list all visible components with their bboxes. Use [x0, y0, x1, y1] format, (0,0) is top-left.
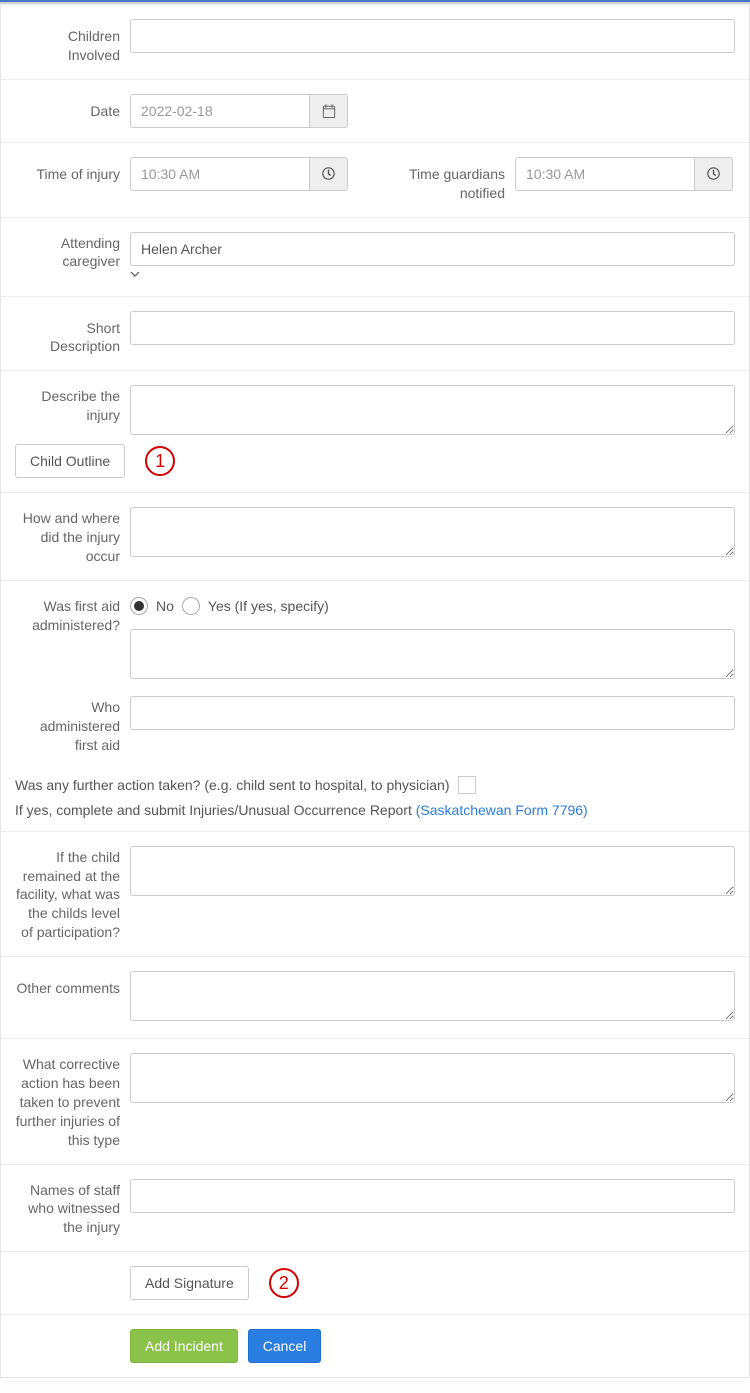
row-date: Date — [1, 80, 749, 143]
radio-no-label: No — [156, 598, 174, 614]
short-description-input[interactable] — [130, 311, 735, 345]
child-outline-button[interactable]: Child Outline — [15, 444, 125, 478]
row-actions: Add Incident Cancel — [1, 1315, 749, 1377]
further-action-text: Was any further action taken? (e.g. chil… — [15, 775, 450, 796]
label-caregiver: Attending caregiver — [15, 232, 130, 272]
row-add-signature: Add Signature 2 — [1, 1252, 749, 1315]
annotation-2: 2 — [269, 1268, 299, 1298]
row-other-comments: Other comments — [1, 957, 749, 1039]
clock-icon-button-guardians[interactable] — [695, 157, 733, 191]
clock-icon — [322, 167, 335, 180]
row-first-aid: Was first aid administered? No Yes (If y… — [1, 581, 749, 682]
label-time-guardians: Time guardians notified — [375, 157, 515, 203]
form-7796-link[interactable]: (Saskatchewan Form 7796) — [416, 802, 588, 818]
label-participation: If the child remained at the facility, w… — [15, 846, 130, 942]
describe-injury-textarea[interactable] — [130, 385, 735, 435]
participation-textarea[interactable] — [130, 846, 735, 896]
add-signature-button[interactable]: Add Signature — [130, 1266, 249, 1300]
witness-names-input[interactable] — [130, 1179, 735, 1213]
incident-form: Children Involved Date Time of injury — [0, 4, 750, 1378]
children-involved-input[interactable] — [130, 19, 735, 53]
label-first-aid: Was first aid administered? — [15, 595, 130, 635]
clock-icon-button-injury[interactable] — [310, 157, 348, 191]
first-aid-radio-no[interactable] — [130, 597, 148, 615]
caregiver-select[interactable]: Helen Archer — [130, 232, 735, 266]
row-corrective: What corrective action has been taken to… — [1, 1039, 749, 1164]
add-incident-button[interactable]: Add Incident — [130, 1329, 238, 1363]
radio-yes-label: Yes (If yes, specify) — [208, 598, 329, 614]
corrective-textarea[interactable] — [130, 1053, 735, 1103]
how-where-textarea[interactable] — [130, 507, 735, 557]
row-child-outline: Child Outline 1 — [1, 444, 749, 493]
row-participation: If the child remained at the facility, w… — [1, 832, 749, 957]
label-short-desc: Short Description — [15, 311, 130, 357]
label-witness: Names of staff who witnessed the injury — [15, 1179, 130, 1238]
row-who-admin: Who administered first aid — [1, 682, 749, 769]
row-times: Time of injury Time guardians notified — [1, 143, 749, 218]
if-yes-text: If yes, complete and submit Injuries/Unu… — [15, 802, 416, 818]
first-aid-radio-yes[interactable] — [182, 597, 200, 615]
label-describe-injury: Describe the injury — [15, 385, 130, 425]
label-other-comments: Other comments — [15, 971, 130, 998]
time-guardians-input[interactable] — [515, 157, 695, 191]
label-how-where: How and where did the injury occur — [15, 507, 130, 566]
label-date: Date — [15, 94, 130, 121]
other-comments-textarea[interactable] — [130, 971, 735, 1021]
label-children-involved: Children Involved — [15, 19, 130, 65]
row-witness: Names of staff who witnessed the injury — [1, 1165, 749, 1253]
label-corrective: What corrective action has been taken to… — [15, 1053, 130, 1149]
row-caregiver: Attending caregiver Helen Archer — [1, 218, 749, 297]
chevron-down-icon — [130, 269, 140, 279]
row-describe-injury: Describe the injury — [1, 371, 749, 444]
date-input[interactable] — [130, 94, 310, 128]
time-injury-input[interactable] — [130, 157, 310, 191]
calendar-icon — [322, 104, 336, 118]
first-aid-specify-textarea[interactable] — [130, 629, 735, 679]
row-further-action: Was any further action taken? (e.g. chil… — [1, 769, 749, 832]
row-children-involved: Children Involved — [1, 5, 749, 80]
calendar-icon-button[interactable] — [310, 94, 348, 128]
row-how-where: How and where did the injury occur — [1, 493, 749, 581]
who-administered-input[interactable] — [130, 696, 735, 730]
cancel-button[interactable]: Cancel — [248, 1329, 322, 1363]
label-who-admin: Who administered first aid — [15, 696, 130, 755]
row-short-desc: Short Description — [1, 297, 749, 372]
further-action-checkbox[interactable] — [458, 776, 476, 794]
annotation-1: 1 — [145, 446, 175, 476]
label-time-injury: Time of injury — [15, 157, 130, 203]
clock-icon — [707, 167, 720, 180]
